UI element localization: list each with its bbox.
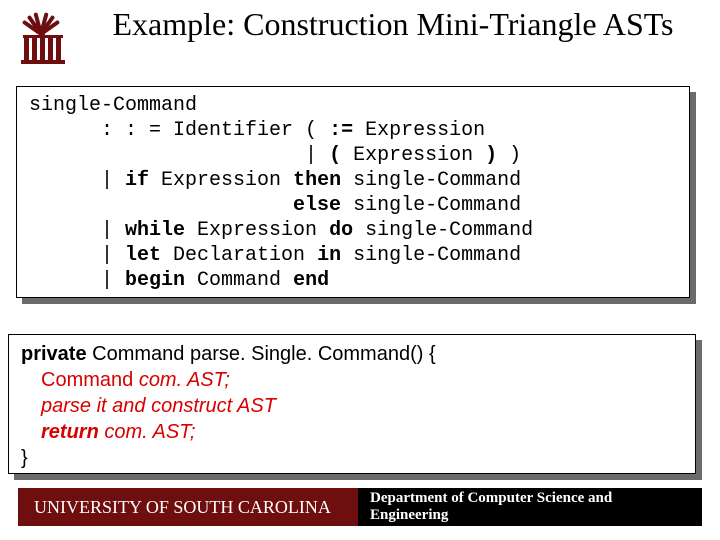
footer-university: UNIVERSITY OF SOUTH CAROLINA bbox=[18, 488, 358, 526]
grammar-text: single-Command : : = Identifier ( := Exp… bbox=[29, 93, 677, 293]
grammar-box: single-Command : : = Identifier ( := Exp… bbox=[16, 86, 690, 298]
java-code: private Command parse. Single. Command()… bbox=[21, 341, 683, 471]
usc-logo bbox=[14, 8, 68, 68]
footer: UNIVERSITY OF SOUTH CAROLINA Department … bbox=[18, 488, 702, 526]
code-box: private Command parse. Single. Command()… bbox=[8, 334, 696, 474]
footer-department: Department of Computer Science and Engin… bbox=[358, 488, 702, 526]
slide-title: Example: Construction Mini-Triangle ASTs bbox=[86, 6, 700, 43]
slide: Example: Construction Mini-Triangle ASTs… bbox=[0, 0, 720, 540]
